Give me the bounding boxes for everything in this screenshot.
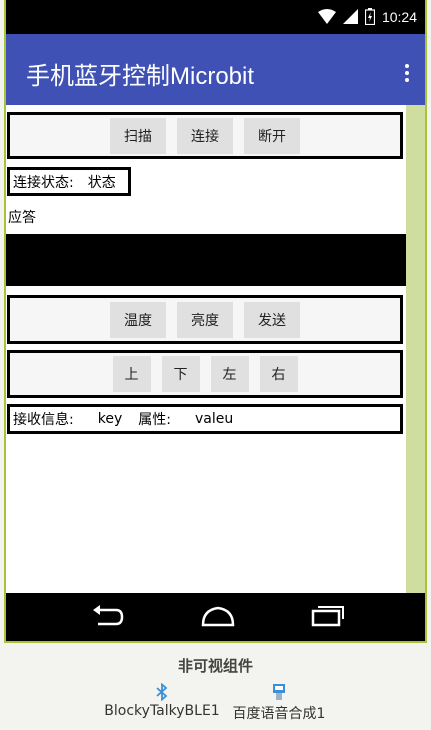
status-bar: 10:24 [6,0,425,34]
bluetooth-icon [156,683,168,701]
send-button[interactable]: 发送 [244,301,300,338]
speech-synthesis-icon [273,684,285,700]
up-button[interactable]: 上 [112,356,151,392]
scan-button[interactable]: 扫描 [110,117,166,154]
non-visible-components: 非可视组件 BlockyTalkyBLE1 百度语音合成1 [0,643,431,730]
right-button[interactable]: 右 [259,356,298,392]
receive-key: key [97,411,123,427]
page-title: 手机蓝牙控制Microbit [26,63,255,90]
back-icon[interactable] [90,604,124,628]
brightness-button[interactable]: 亮度 [177,301,233,338]
temperature-button[interactable]: 温度 [110,301,166,338]
app-bar: 手机蓝牙控制Microbit [6,34,425,105]
home-icon[interactable] [199,604,237,628]
component-label: BlockyTalkyBLE1 [104,703,220,719]
attribute-value: valeu [194,411,234,427]
phone-preview: 10:24 手机蓝牙控制Microbit 扫描 连接 断开 连接状态: 状态 应… [4,0,427,643]
connection-status: 连接状态: 状态 [7,167,131,196]
button-row-connection: 扫描 连接 断开 [7,112,403,159]
nav-bar [6,593,425,641]
button-row-sensors: 温度 亮度 发送 [7,295,403,344]
component-label: 百度语音合成1 [232,706,326,722]
scrollbar-track[interactable] [406,105,425,593]
recents-icon[interactable] [309,604,345,628]
wifi-icon [317,9,336,24]
overflow-menu-icon[interactable] [405,64,409,85]
down-button[interactable]: 下 [161,356,200,392]
receive-label: 接收信息: [13,412,74,428]
connection-status-label: 连接状态: [13,174,74,191]
screen-content: 扫描 连接 断开 连接状态: 状态 应答 温度 亮度 发送 上 下 左 右 接收… [6,105,406,593]
response-label: 应答 [8,210,36,226]
battery-icon [364,8,375,25]
status-time: 10:24 [381,8,417,25]
disconnect-button[interactable]: 断开 [244,117,300,154]
button-row-direction: 上 下 左 右 [7,350,403,398]
response-display [6,234,406,286]
receive-info: 接收信息: key 属性: valeu [7,404,403,434]
connect-button[interactable]: 连接 [177,117,233,154]
component-baidu-tts[interactable]: 百度语音合成1 [226,683,332,723]
left-button[interactable]: 左 [210,356,249,392]
component-blockytalky[interactable]: BlockyTalkyBLE1 [104,683,220,719]
attribute-label: 属性: [138,412,171,428]
non-visible-heading: 非可视组件 [177,657,253,675]
connection-status-value: 状态 [87,174,116,191]
signal-icon [342,9,358,24]
